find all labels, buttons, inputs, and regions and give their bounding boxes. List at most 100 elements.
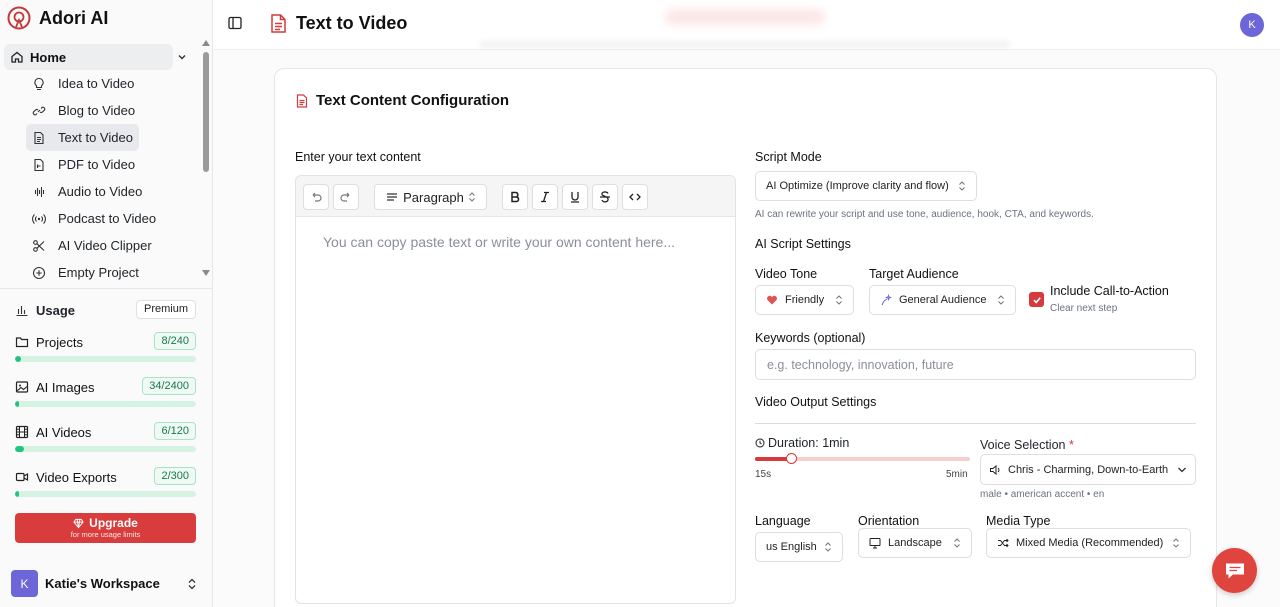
nav-label: AI Video Clipper [58,238,152,253]
target-audience-label: Target Audience [869,267,959,281]
chevron-updown-icon [998,295,1004,305]
block-type-select[interactable]: Paragraph [374,184,487,210]
sidebar-item-idea-to-video[interactable]: Idea to Video [26,70,200,97]
upgrade-button[interactable]: Upgrade for more usage limits [15,513,196,543]
workspace-avatar: K [11,570,38,597]
folder-icon [15,337,29,348]
target-audience-value: General Audience [899,294,987,306]
sidebar-item-audio-to-video[interactable]: Audio to Video [26,178,200,205]
sidebar-item-home[interactable]: Home [4,44,200,70]
scroll-thumb[interactable] [203,52,209,172]
block-type-value: Paragraph [403,189,464,205]
scroll-down-arrow-icon[interactable] [202,270,210,276]
editor-placeholder[interactable]: You can copy paste text or write your ow… [323,234,675,250]
sidebar-item-empty-project[interactable]: Empty Project [26,259,200,286]
sidebar-scrollbar[interactable] [201,38,211,278]
usage-label: AI Videos [36,424,92,440]
document-icon [296,93,308,108]
nav-label: Podcast to Video [58,211,157,226]
text-editor: Paragraph You can copy paste text or wri… [295,175,736,604]
bold-button[interactable] [502,184,528,210]
film-icon [15,425,29,439]
usage-label: Video Exports [36,469,117,485]
usage-progress-bar [15,491,196,497]
plan-badge: Premium [135,300,196,319]
chat-support-button[interactable] [1212,548,1257,593]
redo-button[interactable] [333,184,359,210]
keywords-label: Keywords (optional) [755,331,866,345]
keywords-input[interactable] [755,349,1196,380]
undo-icon [312,192,322,202]
user-avatar[interactable]: K [1240,13,1264,37]
chevron-down-icon [1178,467,1186,472]
bar-chart-icon [16,306,28,317]
usage-count: 8/240 [154,332,196,350]
nav-label: Blog to Video [58,103,136,118]
usage-progress-bar [15,401,196,407]
nav-label: Idea to Video [58,76,135,91]
code-button[interactable] [622,184,648,210]
chevron-updown-icon [954,538,960,548]
script-mode-select[interactable]: AI Optimize (Improve clarity and flow) [755,171,977,201]
card-header: Text Content Configuration [296,92,509,109]
usage-label: AI Images [36,379,95,395]
cta-checkbox[interactable] [1029,292,1044,307]
chevron-down-icon[interactable] [176,51,188,63]
usage-header: Usage Premium [15,300,196,320]
usage-label: Projects [36,334,83,350]
sidebar-item-text-to-video[interactable]: Text to Video [26,124,139,151]
underline-button[interactable] [562,184,588,210]
page-title: Text to Video [296,13,408,33]
media-type-select[interactable]: Mixed Media (Recommended) [986,528,1191,558]
brand[interactable]: Adori AI [7,6,108,30]
chevron-updown-icon [959,181,965,191]
sidebar-item-pdf-to-video[interactable]: PDF to Video [26,151,200,178]
voice-select[interactable]: Chris - Charming, Down-to-Earth [980,454,1196,485]
usage-item-projects: Projects 8/240 [15,332,196,364]
duration-slider-thumb[interactable] [786,453,798,464]
duration-header: Duration: 1min [755,436,849,450]
script-mode-value: AI Optimize (Improve clarity and flow) [766,180,949,192]
language-select[interactable]: us English [755,532,843,562]
cta-sublabel: Clear next step [1050,303,1118,314]
duration-slider[interactable] [755,453,970,464]
sidebar-item-podcast-to-video[interactable]: Podcast to Video [26,205,200,232]
workspace-switcher[interactable]: K Katie's Workspace [11,570,201,597]
plus-circle-icon [32,266,46,279]
chevron-updown-icon [468,192,475,202]
strikethrough-button[interactable] [592,184,618,210]
undo-button[interactable] [303,184,329,210]
sidebar-item-blog-to-video[interactable]: Blog to Video [26,97,200,124]
code-icon [629,193,641,201]
orientation-value: Landscape [888,537,942,549]
sidebar-toggle-icon[interactable] [228,16,242,30]
adori-logo-icon [7,6,31,30]
checkmark-icon [1032,296,1041,304]
orientation-select[interactable]: Landscape [858,528,972,558]
underline-icon [571,192,579,203]
scroll-up-arrow-icon[interactable] [202,40,210,46]
voice-meta: male • american accent • en [980,489,1105,500]
output-divider [755,423,1196,424]
video-tone-value: Friendly [785,294,825,306]
nav-label: Empty Project [58,265,139,280]
usage-progress-fill [15,401,19,407]
italic-button[interactable] [532,184,558,210]
voice-selection-header: Voice Selection * [980,438,1074,452]
sidebar-item-ai-video-clipper[interactable]: AI Video Clipper [26,232,200,259]
ai-script-settings-heading: AI Script Settings [755,237,851,251]
usage-count: 6/120 [154,422,196,440]
home-label: Home [30,49,67,65]
chevron-updown-icon [1173,538,1179,548]
output-settings-heading: Video Output Settings [755,395,877,409]
orientation-label: Orientation [858,514,920,528]
script-mode-help: AI can rewrite your script and use tone,… [755,209,1094,220]
video-tone-select[interactable]: Friendly [755,285,854,315]
align-left-icon [387,193,398,201]
upgrade-subtitle: for more usage limits [70,530,141,539]
header-divider [213,49,1280,50]
workspace-name: Katie's Workspace [45,576,160,591]
target-audience-select[interactable]: General Audience [869,285,1016,315]
podcast-icon [32,213,46,224]
upgrade-title: Upgrade [89,516,138,530]
